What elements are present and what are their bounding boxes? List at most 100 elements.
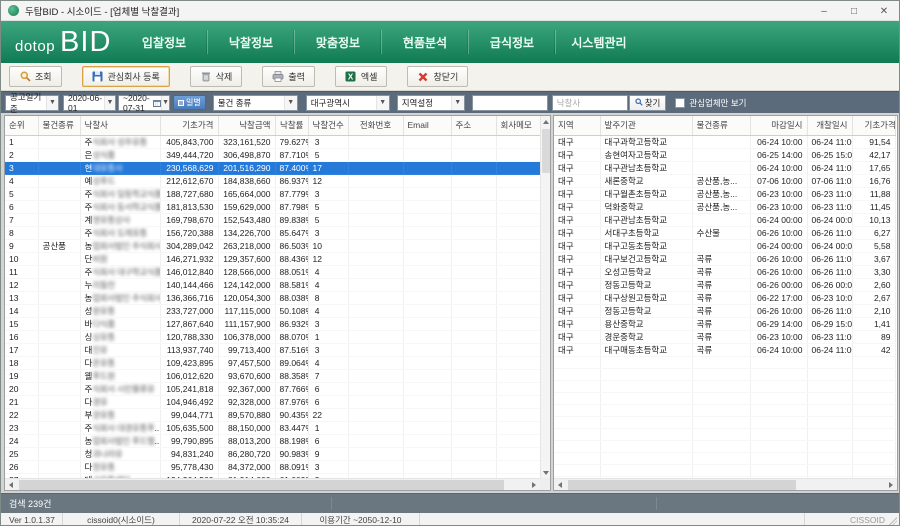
nav-item-5[interactable]: 급식정보 <box>469 34 555 51</box>
table-row[interactable]: 13농업회사법인 주식회사 ...136,366,716120,054,3008… <box>5 292 540 305</box>
nav-item-6[interactable]: 시스템관리 <box>556 34 642 51</box>
table-row[interactable]: 26다정유통95,778,43084,372,00088.091%3 <box>5 461 540 474</box>
table-row[interactable]: 15바다식품127,867,640111,157,90086.932%3 <box>5 318 540 331</box>
table-row[interactable]: 대구정동고등학교곡류06-26 00:0006-26 00:002,60 <box>554 279 895 292</box>
table-row[interactable]: 대구오성고등학교곡류06-26 10:0006-26 11:003,30 <box>554 266 895 279</box>
resize-grip[interactable] <box>889 517 897 525</box>
table-row[interactable]: 16싱싱유통120,788,330106,378,00088.070%1 <box>5 331 540 344</box>
nav-item-4[interactable]: 현품분석 <box>382 34 468 51</box>
table-row[interactable]: 대구대구월촌초등학교공산품,농...06-23 10:0006-23 11:00… <box>554 188 895 201</box>
scroll-up-icon[interactable] <box>541 116 550 127</box>
date-from-select[interactable]: 2020-06-01▼ <box>63 95 116 111</box>
print-button[interactable]: 출력 <box>262 66 315 87</box>
table-row[interactable]: 대구덕화중학교공산품,농...06-23 10:0006-23 11:0011,… <box>554 201 895 214</box>
column-header[interactable]: Email <box>403 116 451 136</box>
table-row[interactable]: 19웰푸드원106,012,62093,670,60088.358%7 <box>5 370 540 383</box>
region-select[interactable]: 대구광역시▼ <box>306 95 390 111</box>
table-row[interactable]: 대구용산중학교곡류06-29 14:0006-29 15:001,41 <box>554 318 895 331</box>
column-header[interactable]: 순위 <box>5 116 38 136</box>
minimize-button[interactable]: – <box>809 1 839 21</box>
nav-item-3[interactable]: 맞춤정보 <box>295 34 381 51</box>
scroll-right-icon[interactable] <box>528 479 540 491</box>
scroll-down-icon[interactable] <box>541 467 550 478</box>
column-header[interactable]: 발주기관 <box>600 116 692 136</box>
find-button[interactable]: 찾기 <box>629 95 667 111</box>
scroll-thumb[interactable] <box>568 480 796 490</box>
table-row[interactable]: 4예성푸드212,612,670184,838,66086.937%12 <box>5 175 540 188</box>
column-header[interactable]: 낙찰률 <box>275 116 308 136</box>
table-row[interactable]: 대구송현여자고등학교06-25 14:0006-25 15:0042,17 <box>554 149 895 162</box>
table-row[interactable]: 14성원유통233,727,000117,115,00050.108%4 <box>5 305 540 318</box>
scroll-left-icon[interactable] <box>554 479 566 491</box>
table-row[interactable]: 대구새론중학교공산품,농...07-06 10:0007-06 11:0016,… <box>554 175 895 188</box>
close-button[interactable]: ✕ <box>869 1 899 21</box>
column-header[interactable]: 낙찰사 <box>80 116 160 136</box>
favorites-only-checkbox[interactable] <box>675 98 685 108</box>
delete-button[interactable]: 삭제 <box>190 66 243 87</box>
column-header[interactable]: 회사메모 <box>496 116 540 136</box>
table-row[interactable]: 대구대구과학고등학교06-24 10:0006-24 11:0091,54 <box>554 136 895 149</box>
horizontal-scrollbar[interactable] <box>5 478 540 490</box>
excel-export-button[interactable]: X엑셀 <box>335 66 388 87</box>
column-header[interactable]: 낙찰금액 <box>218 116 275 136</box>
table-row[interactable]: 24농업회사법인 푸드밸...99,790,89588,013,20088.19… <box>5 435 540 448</box>
table-row[interactable]: 7계명유통상사169,798,670152,543,48089.838%5 <box>5 214 540 227</box>
table-row[interactable]: 대구서대구초등학교수산물06-26 10:0006-26 11:006,27 <box>554 227 895 240</box>
calendar-icon[interactable] <box>153 96 161 110</box>
favorite-company-register-button[interactable]: 관심회사 등록 <box>82 66 170 87</box>
table-row[interactable]: 10단비원146,271,932129,357,60088.436%12 <box>5 253 540 266</box>
nav-item-1[interactable]: 입찰정보 <box>121 34 207 51</box>
table-row[interactable]: 3현대유통사230,568,629201,516,29087.400%17 <box>5 162 540 175</box>
table-row[interactable]: 대구대구보건고등학교곡류06-26 10:0006-26 11:003,67 <box>554 253 895 266</box>
table-row[interactable]: 18다온유통109,423,89597,457,50089.064%4 <box>5 357 540 370</box>
column-header[interactable]: 기초가격 <box>160 116 218 136</box>
item-type-select[interactable]: 물건 종류▼ <box>213 95 298 111</box>
table-row[interactable]: 8주식회사 도레유통156,720,388134,226,70085.647%3 <box>5 227 540 240</box>
table-row[interactable]: 대구대구관남초등학교06-24 10:0006-24 11:0017,65 <box>554 162 895 175</box>
table-row[interactable]: 22부광유통99,044,77189,570,88090.435%22 <box>5 409 540 422</box>
daily-toggle-button[interactable]: 일별 <box>173 95 206 110</box>
agency-search-input[interactable] <box>472 95 548 111</box>
scroll-thumb[interactable] <box>542 129 550 173</box>
vertical-scrollbar[interactable] <box>540 116 550 478</box>
query-button[interactable]: 조회 <box>9 66 62 87</box>
table-row[interactable]: 1주식회사 성주유통405,843,700323,161,52079.627%3 <box>5 136 540 149</box>
table-row[interactable]: 대구대구매동초등학교곡류06-24 10:0006-24 11:0042 <box>554 344 895 357</box>
column-header[interactable]: 기초가격 <box>852 116 895 136</box>
table-row[interactable]: 23주식회사 대경유통푸...105,635,50088,150,00083.4… <box>5 422 540 435</box>
table-row[interactable]: 대구대구고동초등학교06-24 00:0006-24 00:005,58 <box>554 240 895 253</box>
table-row[interactable]: 대구정동고등학교곡류06-26 10:0006-26 11:002,10 <box>554 305 895 318</box>
date-basis-select[interactable]: 공고일기준▼ <box>5 95 59 111</box>
column-header[interactable]: 개찰일시 <box>807 116 852 136</box>
table-row[interactable]: 대구대구관남초등학교06-24 00:0006-24 00:0010,13 <box>554 214 895 227</box>
maximize-button[interactable]: □ <box>839 1 869 21</box>
scroll-thumb[interactable] <box>19 480 504 490</box>
table-row[interactable]: 12누리들찬140,144,466124,142,00088.581%4 <box>5 279 540 292</box>
table-row[interactable]: 대구경운중학교곡류06-23 10:0006-23 11:0089 <box>554 331 895 344</box>
close-window-button[interactable]: 창닫기 <box>407 66 468 87</box>
scroll-left-icon[interactable] <box>5 479 17 491</box>
table-row[interactable]: 9공산품농업회사법인 주식회사 ...304,289,042263,218,00… <box>5 240 540 253</box>
column-header[interactable]: 마감일시 <box>750 116 807 136</box>
date-to-field[interactable]: ~2020-07-31 ▼ <box>118 95 170 111</box>
table-row[interactable]: 대구대구상원고등학교곡류06-22 17:0006-23 10:002,67 <box>554 292 895 305</box>
region-setting-select[interactable]: 지역설정▼ <box>397 95 465 111</box>
table-row[interactable]: 11주식회사 대구학교식품146,012,840128,566,00088.05… <box>5 266 540 279</box>
column-header[interactable]: 물건종류 <box>38 116 80 136</box>
nav-item-2[interactable]: 낙찰정보 <box>208 34 294 51</box>
table-row[interactable]: 25청과나라유94,831,24086,280,72090.983%9 <box>5 448 540 461</box>
column-header[interactable]: 물건종류 <box>692 116 750 136</box>
horizontal-scrollbar[interactable] <box>554 478 897 490</box>
table-row[interactable]: 17대진유113,937,74099,713,40087.516%3 <box>5 344 540 357</box>
table-row[interactable]: 20주식회사 시민물류유105,241,81892,367,00087.766%… <box>5 383 540 396</box>
column-header[interactable]: 낙찰건수 <box>308 116 348 136</box>
winner-search-input[interactable] <box>552 95 628 111</box>
scroll-right-icon[interactable] <box>885 479 897 491</box>
column-header[interactable]: 지역 <box>554 116 600 136</box>
table-row[interactable]: 21다경유104,946,49292,328,00087.976%6 <box>5 396 540 409</box>
table-row[interactable]: 6주식회사 동서학교식품181,813,530159,629,00087.798… <box>5 201 540 214</box>
column-header[interactable]: 주소 <box>451 116 496 136</box>
table-row[interactable]: 5주식회사 일등학교식품188,727,680165,664,00087.779… <box>5 188 540 201</box>
column-header[interactable]: 전화번호 <box>348 116 403 136</box>
table-row[interactable]: 2은성식품349,444,720306,498,87087.710%5 <box>5 149 540 162</box>
